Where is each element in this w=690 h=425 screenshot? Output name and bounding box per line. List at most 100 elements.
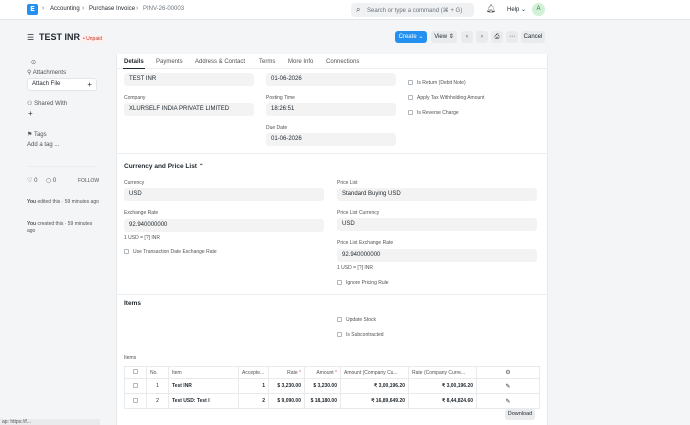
likes[interactable]: ♡ 0 bbox=[27, 177, 37, 184]
table-row[interactable]: 1 Test INR 1 $ 3,230.00 $ 3,230.00 ₹ 3,0… bbox=[124, 378, 540, 394]
currency-section-title[interactable]: Currency and Price List ⌃ bbox=[124, 163, 204, 170]
attachments-label: ⚲ Attachments bbox=[27, 69, 66, 76]
row-checkbox[interactable] bbox=[133, 397, 138, 403]
exchange-rate-label: Exchange Rate bbox=[124, 210, 159, 216]
chevron-right-icon: › bbox=[136, 5, 139, 12]
tab-terms[interactable]: Terms bbox=[259, 59, 275, 65]
chevron-left-icon: ‹ bbox=[465, 33, 469, 40]
search-bar[interactable]: ⌕ Search or type a command (⌘ + G) bbox=[351, 3, 474, 17]
print-button[interactable]: ⎙ bbox=[491, 31, 503, 43]
tab-payments[interactable]: Payments bbox=[156, 59, 183, 65]
table-row[interactable]: 2 Test USD: Test I 2 $ 9,090.00 $ 18,180… bbox=[124, 393, 540, 409]
comments[interactable]: ○ 0 bbox=[46, 177, 56, 184]
cell-rate[interactable]: $ 3,230.00 bbox=[268, 378, 305, 394]
subcontracted-checkbox[interactable] bbox=[337, 332, 342, 337]
supplier-field[interactable]: TEST INR bbox=[124, 73, 254, 86]
section-divider bbox=[117, 153, 547, 154]
select-all-checkbox[interactable] bbox=[133, 369, 138, 374]
status-label: Unpaid bbox=[86, 36, 102, 42]
breadcrumb-purchase-invoice[interactable]: Purchase Invoice bbox=[89, 6, 135, 12]
bell-icon[interactable]: 🔔︎ bbox=[486, 4, 496, 13]
add-share-icon[interactable]: + bbox=[28, 109, 33, 118]
currency-field[interactable]: USD bbox=[124, 188, 324, 201]
chevron-up-icon: ⌃ bbox=[198, 163, 204, 170]
update-stock-checkbox[interactable] bbox=[337, 317, 342, 322]
view-button[interactable]: View ⇕ bbox=[431, 31, 457, 43]
tab-more-info[interactable]: More Info bbox=[288, 59, 313, 65]
is-return-label: Is Return (Debit Note) bbox=[417, 80, 466, 86]
tab-connections[interactable]: Connections bbox=[326, 59, 359, 65]
view-label: View bbox=[434, 34, 448, 40]
next-button[interactable]: › bbox=[476, 31, 488, 43]
posting-time-label: Posting Time bbox=[266, 95, 295, 101]
tab-address-contact[interactable]: Address & Contact bbox=[195, 59, 245, 65]
add-tag-link[interactable]: Add a tag ... bbox=[27, 142, 59, 148]
exchange-rate-field[interactable]: 92.940000000 bbox=[124, 219, 324, 232]
exchange-note: 1 USD = [?] INR bbox=[124, 235, 160, 241]
cell-no: 2 bbox=[146, 393, 169, 409]
chevron-updown-icon: ⇕ bbox=[448, 33, 454, 40]
follow-button[interactable]: FOLLOW bbox=[78, 178, 99, 184]
cell-rate-company: ₹ 3,00,196.20 bbox=[408, 378, 477, 394]
breadcrumb-document[interactable]: PINV-26-00003 bbox=[143, 6, 184, 12]
cell-item[interactable]: Test USD: Test I bbox=[168, 393, 239, 409]
cell-rate[interactable]: $ 9,090.00 bbox=[268, 393, 305, 409]
pl-currency-field[interactable]: USD bbox=[337, 218, 537, 231]
prev-button[interactable]: ‹ bbox=[461, 31, 473, 43]
chevron-right-icon: › bbox=[82, 5, 85, 12]
reverse-charge-checkbox[interactable] bbox=[408, 110, 413, 115]
col-amount-company: Amount (Company Cu... bbox=[340, 366, 409, 379]
use-txn-rate-checkbox[interactable] bbox=[124, 249, 129, 254]
settings-cell[interactable]: ⚙ bbox=[476, 366, 540, 379]
posting-time-field[interactable]: 18:26:51 bbox=[266, 103, 396, 116]
price-list-label: Price List bbox=[337, 180, 358, 186]
status-bar: ap: https://f... bbox=[0, 419, 100, 425]
breadcrumb-accounting[interactable]: Accounting bbox=[50, 6, 80, 12]
active-tab-indicator bbox=[123, 68, 145, 69]
required-mark: * bbox=[335, 369, 337, 376]
cell-amount: $ 3,230.00 bbox=[304, 378, 341, 394]
activity-text: created this · 59 minutes ago bbox=[27, 221, 93, 234]
create-button[interactable]: Create ⌄ bbox=[395, 31, 427, 43]
app-logo[interactable]: E bbox=[27, 4, 38, 15]
chevron-down-icon: ⌄ bbox=[418, 33, 424, 40]
apply-tds-checkbox[interactable] bbox=[408, 95, 413, 100]
row-edit[interactable]: ✎ bbox=[476, 393, 540, 409]
more-button[interactable]: ⋯ bbox=[506, 31, 518, 43]
subcontracted-label: Is Subcontracted bbox=[346, 332, 384, 338]
menu-icon[interactable]: ☰ bbox=[27, 33, 34, 42]
tab-details[interactable]: Details bbox=[124, 59, 144, 65]
row-select[interactable] bbox=[124, 393, 147, 409]
select-all-cell[interactable] bbox=[124, 366, 147, 379]
avatar[interactable]: A bbox=[532, 3, 545, 16]
pl-rate-field[interactable]: 92.940000000 bbox=[337, 249, 537, 262]
ignore-pricing-checkbox[interactable] bbox=[337, 280, 342, 285]
is-return-checkbox[interactable] bbox=[408, 80, 413, 85]
posting-date-field[interactable]: 01-06-2026 bbox=[266, 73, 396, 86]
company-field[interactable]: XLURSELF INDIA PRIVATE LIMITED bbox=[124, 103, 254, 116]
price-list-field[interactable]: Standard Buying USD bbox=[337, 188, 537, 201]
help-label: Help bbox=[507, 7, 520, 13]
update-stock-label: Update Stock bbox=[346, 317, 377, 323]
items-table: No. Item Accepte... Rate * Amount * Amou… bbox=[124, 366, 540, 409]
row-select[interactable] bbox=[124, 378, 147, 394]
col-rate: Rate * bbox=[268, 366, 305, 379]
divider bbox=[27, 166, 97, 167]
help-menu[interactable]: Help ⌄ bbox=[507, 6, 526, 13]
cell-amount: $ 18,180.00 bbox=[304, 393, 341, 409]
due-date-field[interactable]: 01-06-2026 bbox=[266, 133, 396, 146]
items-section-title: Items bbox=[124, 300, 141, 307]
attach-file-button[interactable]: Attach File + bbox=[27, 78, 97, 91]
row-edit[interactable]: ✎ bbox=[476, 378, 540, 394]
attach-file-label: Attach File bbox=[32, 81, 61, 87]
row-checkbox[interactable] bbox=[133, 382, 138, 388]
download-button[interactable]: Download bbox=[505, 409, 535, 420]
cell-qty[interactable]: 1 bbox=[238, 378, 269, 394]
cell-item[interactable]: Test INR bbox=[168, 378, 239, 394]
paperclip-icon: ⚲ bbox=[27, 69, 32, 76]
required-mark: * bbox=[299, 369, 301, 376]
cancel-button[interactable]: Cancel bbox=[521, 31, 545, 43]
pl-note: 1 USD = [?] INR bbox=[337, 265, 373, 271]
use-txn-rate-label: Use Transaction Date Exchange Rate bbox=[133, 249, 217, 255]
cell-qty[interactable]: 2 bbox=[238, 393, 269, 409]
